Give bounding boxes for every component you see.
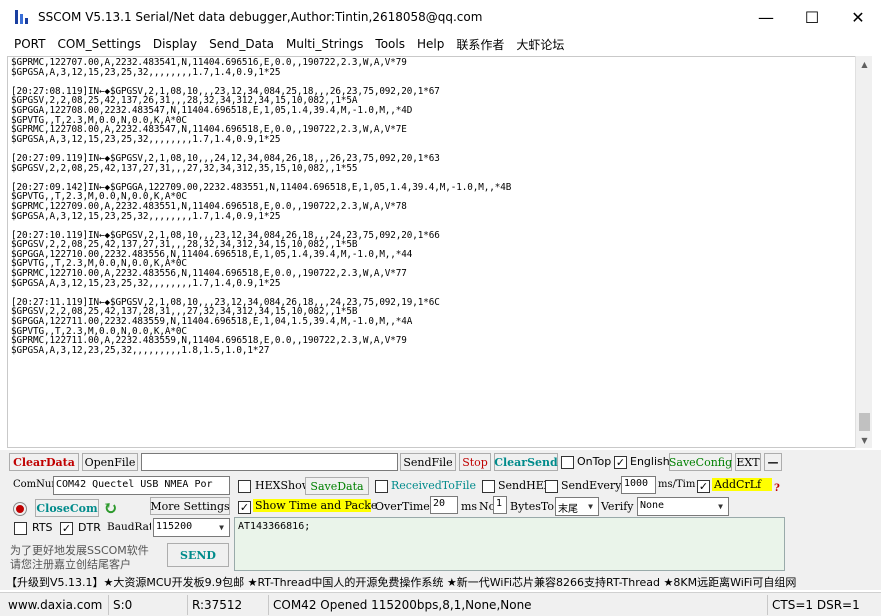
minimize-button[interactable]: —: [743, 0, 789, 34]
verify-select[interactable]: None ▼: [637, 497, 729, 516]
rts-label: RTS: [32, 521, 53, 534]
scroll-down-icon[interactable]: ▼: [856, 432, 873, 448]
status-line-signals: CTS=1 DSR=1: [767, 595, 860, 615]
dtr-checkbox[interactable]: ✓: [60, 522, 73, 535]
more-settings-button[interactable]: More Settings: [150, 497, 230, 515]
dtr-label: DTR: [78, 521, 101, 534]
port-status-icon: [14, 503, 26, 515]
rts-checkbox[interactable]: [14, 522, 27, 535]
verify-value: None: [640, 500, 664, 511]
send-every-input[interactable]: 1000: [621, 476, 656, 494]
close-com-button[interactable]: CloseCom: [35, 499, 99, 517]
english-checkbox[interactable]: ✓: [614, 456, 627, 469]
ext-button[interactable]: EXT: [735, 453, 761, 471]
hex-show-label: HEXShow: [255, 479, 311, 492]
send-every-checkbox[interactable]: [545, 480, 558, 493]
menu-bar: PORT COM_Settings Display Send_Data Mult…: [0, 34, 881, 54]
title-bar: SSCOM V5.13.1 Serial/Net data debugger,A…: [0, 0, 881, 34]
chevron-down-icon: ▼: [583, 498, 598, 515]
add-crlf-label: AddCrLf: [712, 478, 772, 491]
scroll-up-icon[interactable]: ▲: [856, 56, 873, 72]
overtime-unit: ms: [461, 500, 477, 513]
menu-tools[interactable]: Tools: [375, 37, 405, 51]
stop-button[interactable]: Stop: [459, 453, 491, 471]
status-port-state: COM42 Opened 115200bps,8,1,None,None: [268, 595, 532, 615]
packet-no-input[interactable]: 1: [493, 496, 507, 514]
status-received-count: R:37512: [187, 595, 242, 615]
com-port-select[interactable]: COM42 Quectel USB NMEA Por: [53, 476, 230, 495]
send-every-unit: ms/Tim: [658, 479, 695, 490]
receive-output[interactable]: $GPRMC,122707.00,A,2232.483541,N,11404.6…: [7, 56, 855, 448]
clear-data-button[interactable]: ClearData: [9, 453, 79, 471]
output-line: $GPGSA,A,3,12,15,23,25,32,,,,,,,,1.7,1.4…: [11, 279, 852, 289]
help-icon[interactable]: ?: [774, 483, 780, 494]
received-to-file-checkbox[interactable]: [375, 480, 388, 493]
save-config-button[interactable]: SaveConfig: [669, 453, 732, 471]
menu-send-data[interactable]: Send_Data: [209, 37, 274, 51]
bytes-to-value: 末尾: [558, 504, 578, 515]
file-path-input[interactable]: [141, 453, 398, 471]
send-hex-checkbox[interactable]: [482, 480, 495, 493]
menu-display[interactable]: Display: [153, 37, 197, 51]
ad-banner[interactable]: 【升级到V5.13.1】★大资源MCU开发板9.9包邮 ★RT-Thread中国…: [0, 572, 881, 590]
add-crlf-checkbox[interactable]: ✓: [697, 480, 710, 493]
output-line: $GPGSA,A,3,12,23,25,32,,,,,,,,,1.8,1.5,1…: [11, 346, 852, 356]
send-button[interactable]: SEND: [167, 543, 229, 567]
window-title: SSCOM V5.13.1 Serial/Net data debugger,A…: [38, 10, 482, 24]
sscom-logo-icon: [14, 9, 30, 25]
status-bar: www.daxia.com S:0 R:37512 COM42 Opened 1…: [0, 592, 881, 616]
send-hex-label: SendHEX: [498, 479, 552, 492]
send-input[interactable]: AT143366816;: [234, 517, 785, 571]
chevron-down-icon: ▼: [214, 519, 229, 536]
baud-rate-select[interactable]: 115200 ▼: [153, 518, 230, 537]
menu-help[interactable]: Help: [417, 37, 444, 51]
english-label: English: [630, 455, 670, 468]
show-time-checkbox[interactable]: ✓: [238, 501, 251, 514]
send-file-button[interactable]: SendFile: [400, 453, 456, 471]
on-top-checkbox[interactable]: [561, 456, 574, 469]
promo-line-2[interactable]: 请您注册嘉立创结尾客户: [10, 556, 131, 572]
baud-rate-value: 115200: [156, 521, 192, 532]
output-line: $GPGSA,A,3,12,15,23,25,32,,,,,,,,1.7,1.4…: [11, 135, 852, 145]
close-button[interactable]: ✕: [835, 0, 881, 34]
verify-label: Verify: [601, 500, 634, 513]
menu-multi-strings[interactable]: Multi_Strings: [286, 37, 363, 51]
output-line: $GPGSA,A,3,12,15,23,25,32,,,,,,,,1.7,1.4…: [11, 212, 852, 222]
com-port-value: COM42 Quectel USB NMEA Por: [56, 479, 213, 490]
collapse-button[interactable]: —: [764, 453, 782, 471]
open-file-button[interactable]: OpenFile: [82, 453, 138, 471]
status-sent-count: S:0: [108, 595, 132, 615]
clear-send-button[interactable]: ClearSend: [494, 453, 558, 471]
menu-com-settings[interactable]: COM_Settings: [57, 37, 140, 51]
output-line: $GPGSA,A,3,12,15,23,25,32,,,,,,,,1.7,1.4…: [11, 68, 852, 78]
baud-rate-label: BaudRate: [107, 521, 151, 533]
show-time-label: Show Time and Packe: [253, 499, 371, 512]
output-line: $GPGSV,2,2,08,25,42,137,27,31,,,27,32,34…: [11, 164, 852, 174]
on-top-label: OnTop: [577, 455, 611, 468]
bytes-to-select[interactable]: 末尾 ▼: [555, 497, 599, 516]
send-every-label: SendEvery:: [561, 479, 625, 492]
scroll-thumb[interactable]: [859, 413, 870, 431]
received-to-file-label: ReceivedToFile: [391, 479, 476, 492]
refresh-icon[interactable]: ↻: [103, 498, 118, 519]
maximize-button[interactable]: ☐: [789, 0, 835, 34]
menu-port[interactable]: PORT: [14, 37, 45, 51]
bytes-to-label: BytesTo: [510, 500, 554, 513]
overtime-input[interactable]: 20: [430, 496, 458, 514]
overtime-label: OverTime:: [375, 500, 434, 513]
chevron-down-icon: ▼: [713, 498, 728, 515]
menu-contact-author[interactable]: 联系作者: [456, 36, 504, 53]
menu-forum[interactable]: 大虾论坛: [516, 36, 564, 53]
status-website[interactable]: www.daxia.com: [4, 595, 102, 615]
save-data-button[interactable]: SaveData: [305, 477, 369, 495]
hex-show-checkbox[interactable]: [238, 480, 251, 493]
output-scrollbar[interactable]: ▲ ▼: [855, 56, 872, 448]
